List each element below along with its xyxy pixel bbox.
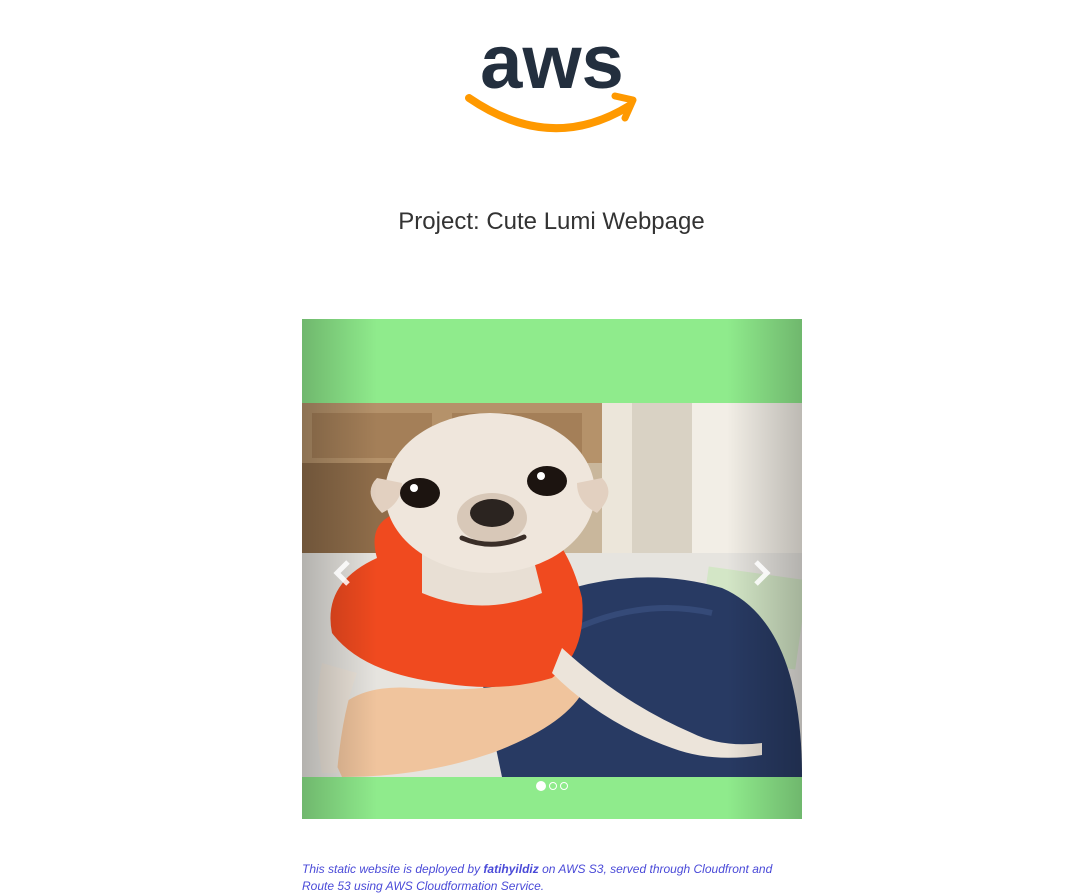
deployment-note-prefix: This static website is deployed by (302, 862, 484, 876)
carousel-next-control[interactable] (727, 319, 802, 819)
image-carousel (302, 319, 802, 819)
carousel-indicator-3[interactable] (560, 782, 568, 790)
deployment-note: This static website is deployed by fatih… (302, 861, 802, 895)
chevron-left-icon (333, 560, 350, 586)
aws-logo: aws (465, 20, 639, 134)
aws-logo-text: aws (480, 28, 624, 105)
aws-logo-graphic: aws (465, 20, 637, 133)
carousel-indicator-1[interactable] (536, 781, 546, 791)
carousel-indicators (302, 780, 802, 792)
author-name: fatihyildiz (483, 862, 539, 876)
chevron-right-icon (754, 560, 771, 586)
carousel-prev-control[interactable] (302, 319, 377, 819)
carousel-indicator-2[interactable] (549, 782, 557, 790)
page-title: Project: Cute Lumi Webpage (398, 208, 705, 235)
